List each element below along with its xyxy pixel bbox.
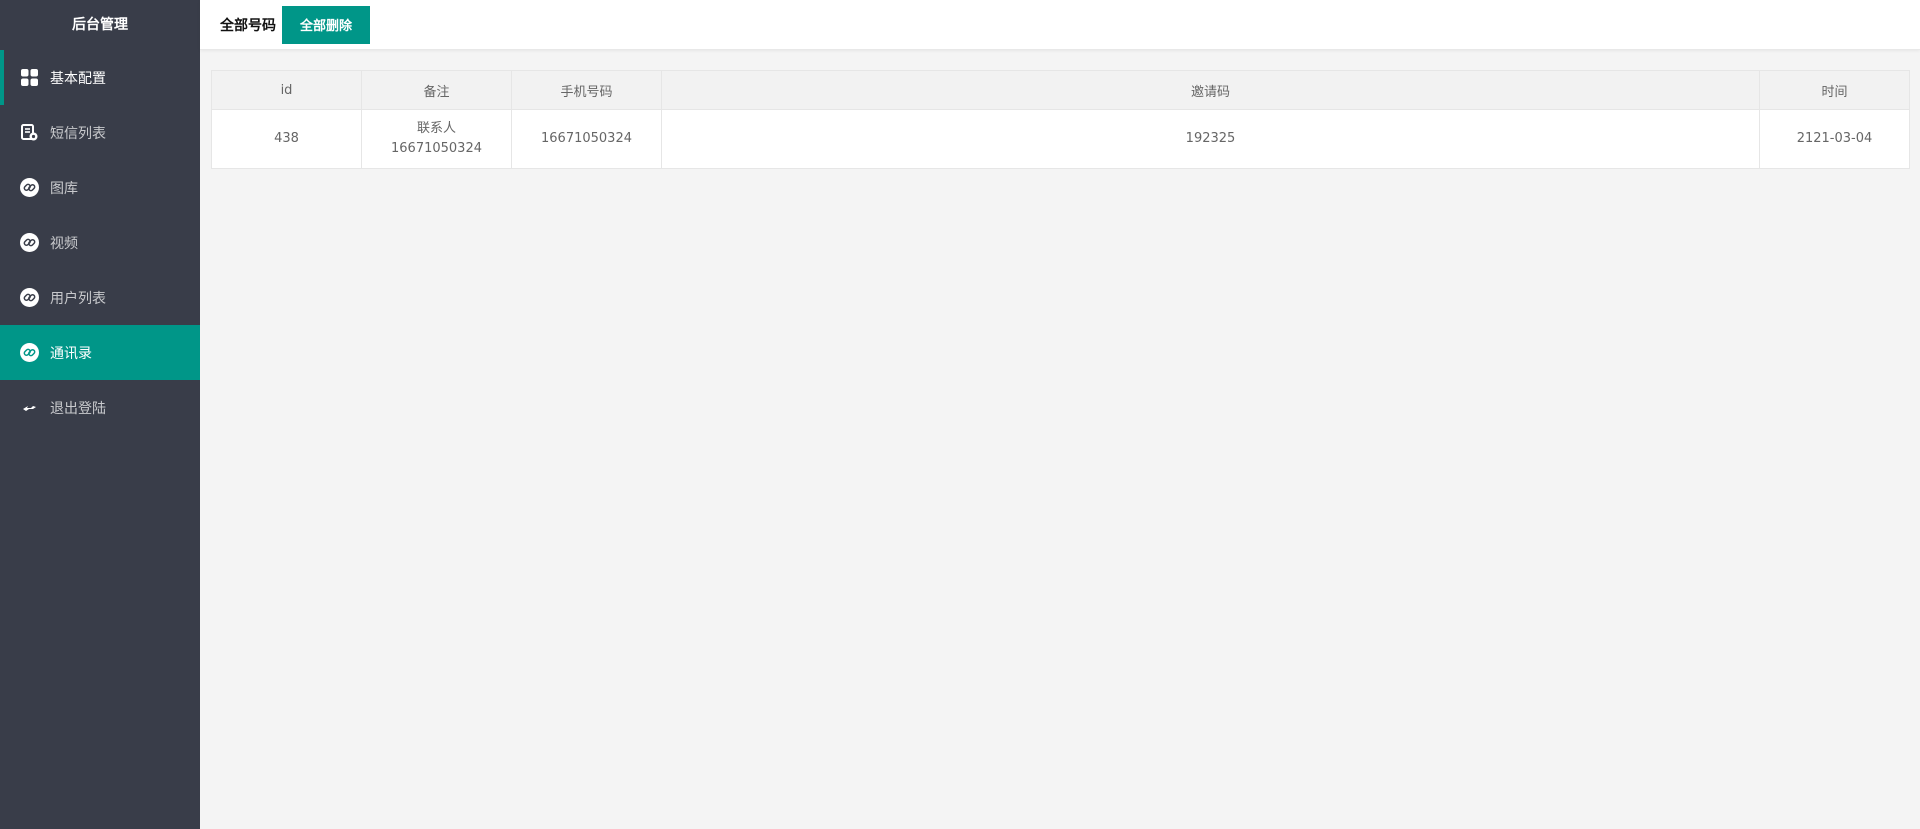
link-icon — [20, 233, 39, 252]
cell-phone: 16671050324 — [511, 109, 662, 169]
logout-icon — [20, 398, 39, 417]
link-icon — [20, 343, 39, 362]
sidebar-item-label: 通讯录 — [50, 345, 92, 362]
table-row[interactable]: 438 联系人 16671050324 16671050324 192325 2… — [211, 109, 1910, 169]
column-header-invite-code[interactable]: 邀请码 — [661, 70, 1760, 110]
table-header-row: id 备注 手机号码 邀请码 时间 — [211, 70, 1910, 110]
sidebar-item-logout[interactable]: 退出登陆 — [0, 380, 200, 435]
cell-id: 438 — [211, 109, 362, 169]
sidebar-item-label: 基本配置 — [50, 70, 106, 87]
sidebar-item-sms-list[interactable]: 短信列表 — [0, 105, 200, 160]
column-header-time[interactable]: 时间 — [1759, 70, 1910, 110]
sidebar-item-label: 图库 — [50, 180, 78, 197]
remark-number: 16671050324 — [391, 141, 482, 156]
delete-all-button[interactable]: 全部删除 — [282, 5, 371, 44]
column-header-remark[interactable]: 备注 — [361, 70, 512, 110]
page-header: 全部号码 全部删除 — [200, 0, 1920, 50]
page-title: 全部号码 — [220, 17, 276, 34]
sidebar-item-user-list[interactable]: 用户列表 — [0, 270, 200, 325]
sidebar-item-label: 用户列表 — [50, 290, 106, 307]
contacts-table: id 备注 手机号码 邀请码 时间 438 联系人 16671050324 16… — [211, 70, 1910, 169]
grid-icon — [20, 68, 39, 87]
contacts-table-container: id 备注 手机号码 邀请码 时间 438 联系人 16671050324 16… — [211, 70, 1910, 169]
link-icon — [20, 178, 39, 197]
sidebar: 后台管理 基本配置 短信列表 图库 视频 用户列表 通讯录 退出登陆 — [0, 0, 200, 829]
sidebar-item-label: 短信列表 — [50, 125, 106, 142]
sidebar-item-video[interactable]: 视频 — [0, 215, 200, 270]
sidebar-title: 后台管理 — [72, 17, 128, 33]
message-list-icon — [20, 123, 39, 142]
sidebar-item-label: 退出登陆 — [50, 400, 106, 417]
link-icon — [20, 288, 39, 307]
cell-invite-code: 192325 — [661, 109, 1760, 169]
sidebar-nav: 基本配置 短信列表 图库 视频 用户列表 通讯录 退出登陆 — [0, 50, 200, 435]
column-header-id[interactable]: id — [211, 70, 362, 110]
remark-name: 联系人 — [416, 121, 456, 136]
sidebar-item-contacts[interactable]: 通讯录 — [0, 325, 200, 380]
cell-time: 2121-03-04 — [1759, 109, 1910, 169]
cell-remark: 联系人 16671050324 — [361, 109, 512, 169]
sidebar-item-basic-config[interactable]: 基本配置 — [0, 50, 200, 105]
sidebar-item-gallery[interactable]: 图库 — [0, 160, 200, 215]
sidebar-item-label: 视频 — [50, 235, 78, 252]
column-header-phone[interactable]: 手机号码 — [511, 70, 662, 110]
